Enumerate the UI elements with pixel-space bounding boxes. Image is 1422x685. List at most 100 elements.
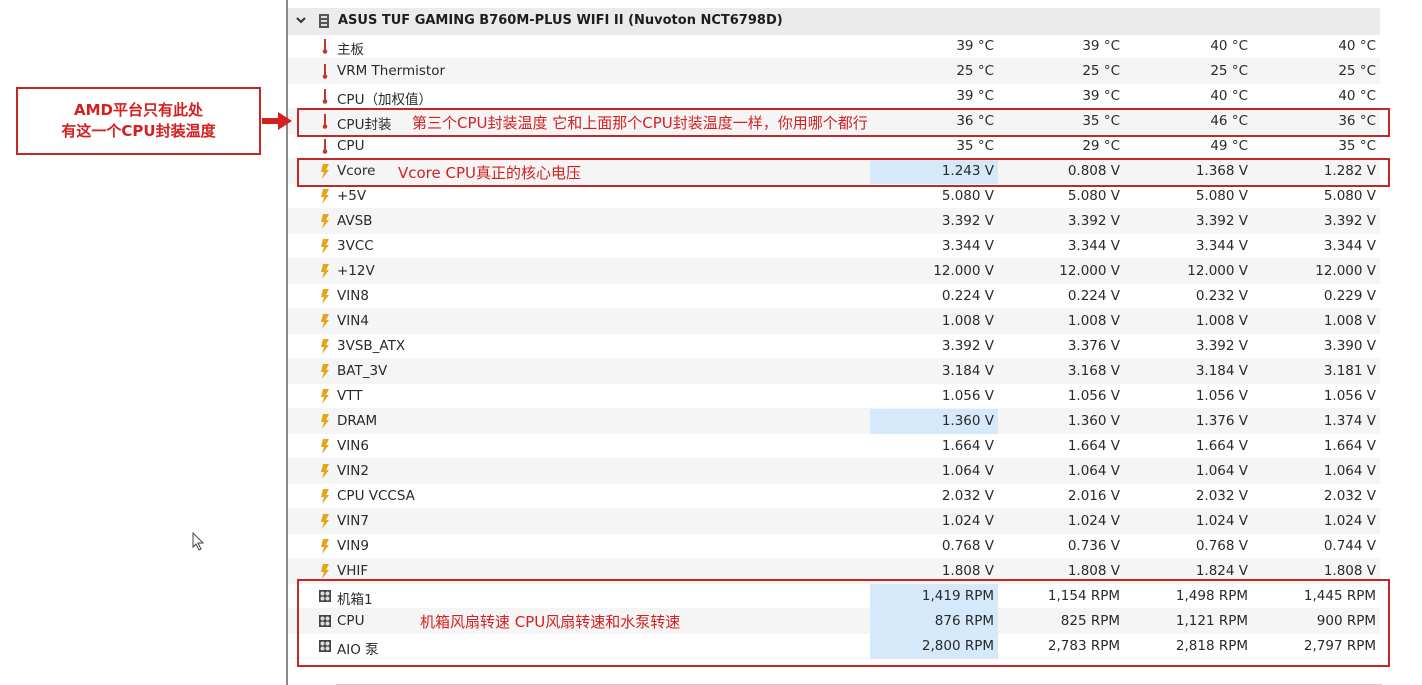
max-value: 0.768 V <box>1195 538 1248 554</box>
sensor-label: VRM Thermistor <box>337 63 446 79</box>
voltage-icon <box>318 288 332 305</box>
min-value: 3.168 V <box>1067 363 1120 379</box>
max-value: 1.008 V <box>1195 313 1248 329</box>
sensor-row[interactable]: BAT_3V 3.184 V 3.168 V 3.184 V 3.181 V <box>288 359 1380 384</box>
sensor-row[interactable]: VRM Thermistor 25 °C 25 °C 25 °C 25 °C <box>288 59 1380 84</box>
thermometer-icon <box>318 63 332 80</box>
voltage-icon <box>318 463 332 480</box>
sensor-row[interactable]: 3VCC 3.344 V 3.344 V 3.344 V 3.344 V <box>288 234 1380 259</box>
sensor-row[interactable]: DRAM 1.360 V 1.360 V 1.376 V 1.374 V <box>288 409 1380 434</box>
voltage-icon <box>318 213 332 230</box>
min-value: 3.376 V <box>1067 338 1120 354</box>
current-value: 39 °C <box>956 38 994 54</box>
sensor-label: DRAM <box>337 413 378 429</box>
chevron-down-icon[interactable] <box>294 13 308 27</box>
sensor-label: VIN7 <box>337 513 369 529</box>
min-value: 2.016 V <box>1067 488 1120 504</box>
sensor-row[interactable]: VIN7 1.024 V 1.024 V 1.024 V 1.024 V <box>288 509 1380 534</box>
min-value: 1.056 V <box>1067 388 1120 404</box>
average-value: 0.744 V <box>1323 538 1376 554</box>
max-value: 3.392 V <box>1195 213 1248 229</box>
voltage-icon <box>318 263 332 280</box>
sensor-label: VTT <box>337 388 363 404</box>
sensor-label: +5V <box>337 188 367 204</box>
min-value: 3.392 V <box>1067 213 1120 229</box>
voltage-icon <box>318 513 332 530</box>
min-value: 29 °C <box>1082 138 1120 154</box>
current-value: 2.032 V <box>941 488 994 504</box>
current-value: 12.000 V <box>933 263 994 279</box>
voltage-icon <box>318 338 332 355</box>
current-value: 35 °C <box>956 138 994 154</box>
current-value: 0.224 V <box>941 288 994 304</box>
current-value: 39 °C <box>956 88 994 104</box>
sensor-row[interactable]: VIN8 0.224 V 0.224 V 0.232 V 0.229 V <box>288 284 1380 309</box>
sensor-row[interactable]: +12V 12.000 V 12.000 V 12.000 V 12.000 V <box>288 259 1380 284</box>
sensor-group-header[interactable]: ASUS TUF GAMING B760M-PLUS WIFI II (Nuvo… <box>288 8 1380 35</box>
sensor-row[interactable]: VTT 1.056 V 1.056 V 1.056 V 1.056 V <box>288 384 1380 409</box>
average-value: 40 °C <box>1338 88 1376 104</box>
sensor-row[interactable]: VIN4 1.008 V 1.008 V 1.008 V 1.008 V <box>288 309 1380 334</box>
max-value: 12.000 V <box>1187 263 1248 279</box>
average-value: 3.392 V <box>1323 213 1376 229</box>
max-value: 49 °C <box>1210 138 1248 154</box>
current-value: 1.808 V <box>941 563 994 579</box>
sensor-row[interactable]: 主板 39 °C 39 °C 40 °C 40 °C <box>288 34 1380 59</box>
min-value: 39 °C <box>1082 38 1120 54</box>
max-value: 25 °C <box>1210 63 1248 79</box>
max-value: 1.664 V <box>1195 438 1248 454</box>
current-value: 1.360 V <box>941 413 994 429</box>
sensor-row[interactable]: VIN6 1.664 V 1.664 V 1.664 V 1.664 V <box>288 434 1380 459</box>
sensor-row[interactable]: CPU VCCSA 2.032 V 2.016 V 2.032 V 2.032 V <box>288 484 1380 509</box>
min-value: 0.736 V <box>1067 538 1120 554</box>
voltage-icon <box>318 238 332 255</box>
average-value: 3.181 V <box>1323 363 1376 379</box>
annotation-note: AMD平台只有此处 有这一个CPU封装温度 <box>16 87 261 155</box>
vcore-annotation: Vcore CPU真正的核心电压 <box>398 164 582 182</box>
chip-icon <box>319 14 329 28</box>
sensor-label: VIN4 <box>337 313 369 329</box>
min-value: 1.024 V <box>1067 513 1120 529</box>
average-value: 1.664 V <box>1323 438 1376 454</box>
package-temp-annotation: 第三个CPU封装温度 它和上面那个CPU封装温度一样，你用哪个都行 <box>412 114 868 132</box>
sensor-row[interactable]: CPU（加权值） 39 °C 39 °C 40 °C 40 °C <box>288 84 1380 109</box>
min-value: 0.224 V <box>1067 288 1120 304</box>
sensor-row[interactable]: CPU 35 °C 29 °C 49 °C 35 °C <box>288 134 1380 159</box>
average-value: 5.080 V <box>1323 188 1376 204</box>
max-value: 1.824 V <box>1195 563 1248 579</box>
average-value: 0.229 V <box>1323 288 1376 304</box>
average-value: 1.374 V <box>1323 413 1376 429</box>
sensor-label: VHIF <box>337 563 369 579</box>
max-value: 1.376 V <box>1195 413 1248 429</box>
sensor-row[interactable]: +5V 5.080 V 5.080 V 5.080 V 5.080 V <box>288 184 1380 209</box>
thermometer-icon <box>318 138 332 155</box>
current-value: 1.056 V <box>941 388 994 404</box>
voltage-icon <box>318 563 332 580</box>
current-value: 25 °C <box>956 63 994 79</box>
current-value: 5.080 V <box>941 188 994 204</box>
current-value: 3.392 V <box>941 338 994 354</box>
average-value: 2.032 V <box>1323 488 1376 504</box>
sensor-row[interactable]: VIN9 0.768 V 0.736 V 0.768 V 0.744 V <box>288 534 1380 559</box>
voltage-icon <box>318 488 332 505</box>
sensor-label: AVSB <box>337 213 373 229</box>
average-value: 1.808 V <box>1323 563 1376 579</box>
current-value: 3.344 V <box>941 238 994 254</box>
max-value: 1.064 V <box>1195 463 1248 479</box>
sensor-row[interactable]: 3VSB_ATX 3.392 V 3.376 V 3.392 V 3.390 V <box>288 334 1380 359</box>
min-value: 25 °C <box>1082 63 1120 79</box>
annotation-note-line2: 有这一个CPU封装温度 <box>61 122 216 140</box>
sensor-label: BAT_3V <box>337 363 388 379</box>
sensor-row[interactable]: AVSB 3.392 V 3.392 V 3.392 V 3.392 V <box>288 209 1380 234</box>
max-value: 0.232 V <box>1195 288 1248 304</box>
average-value: 35 °C <box>1338 138 1376 154</box>
sensor-label: 主板 <box>337 42 364 58</box>
average-value: 40 °C <box>1338 38 1376 54</box>
annotation-note-line1: AMD平台只有此处 <box>74 101 203 119</box>
min-value: 12.000 V <box>1059 263 1120 279</box>
sensor-row[interactable]: VIN2 1.064 V 1.064 V 1.064 V 1.064 V <box>288 459 1380 484</box>
average-value: 3.344 V <box>1323 238 1376 254</box>
sensor-label: +12V <box>337 263 375 279</box>
min-value: 1.360 V <box>1067 413 1120 429</box>
min-value: 1.064 V <box>1067 463 1120 479</box>
